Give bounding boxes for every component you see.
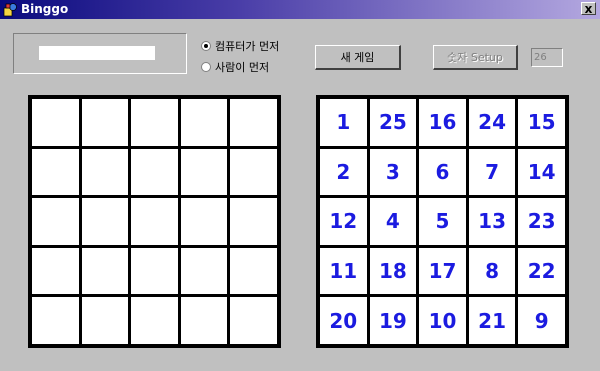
board-cell[interactable]: 22	[518, 247, 565, 295]
board-cell[interactable]	[180, 247, 228, 295]
board-cell[interactable]: 15	[518, 99, 565, 146]
board-cell[interactable]: 23	[518, 198, 565, 245]
new-game-button[interactable]: 새 게임	[315, 45, 401, 70]
board-cell[interactable]	[131, 148, 178, 196]
board-cell[interactable]	[32, 148, 79, 196]
board-cell[interactable]: 21	[468, 297, 516, 344]
board-cell[interactable]: 5	[419, 198, 466, 245]
board-cell[interactable]	[230, 198, 277, 245]
board-cell[interactable]	[81, 99, 129, 146]
board-cell[interactable]: 18	[369, 247, 417, 295]
board-cell[interactable]: 10	[419, 297, 466, 344]
board-cell[interactable]: 25	[369, 99, 417, 146]
radio-unchecked-icon	[201, 62, 211, 72]
board-cell[interactable]: 9	[518, 297, 565, 344]
player-board: 1 25 16 24 15 2 3 6 7 14 12 4 5 13 23 11…	[316, 95, 569, 348]
number-setup-button[interactable]: 숫자 Setup	[433, 45, 518, 70]
window-title: Binggo	[21, 2, 69, 16]
board-cell[interactable]	[180, 99, 228, 146]
board-cell[interactable]	[131, 198, 178, 245]
board-cell[interactable]: 19	[369, 297, 417, 344]
close-button[interactable]: x	[581, 2, 596, 15]
board-cell[interactable]	[81, 198, 129, 245]
setup-count-field[interactable]: 26	[531, 48, 563, 67]
board-cell[interactable]: 6	[419, 148, 466, 196]
app-icon	[3, 3, 17, 17]
radio-computer-first-label: 컴퓨터가 먼저	[215, 40, 280, 53]
board-cell[interactable]	[81, 247, 129, 295]
radio-computer-first[interactable]: 컴퓨터가 먼저	[201, 38, 279, 54]
board-cell[interactable]	[81, 297, 129, 344]
board-cell[interactable]	[32, 198, 79, 245]
board-cell[interactable]: 12	[320, 198, 367, 245]
board-cell[interactable]	[32, 297, 79, 344]
board-cell[interactable]: 13	[468, 198, 516, 245]
board-cell[interactable]	[180, 198, 228, 245]
board-cell[interactable]	[131, 297, 178, 344]
board-cell[interactable]	[32, 99, 79, 146]
board-cell[interactable]: 20	[320, 297, 367, 344]
status-field	[39, 46, 155, 60]
board-cell[interactable]: 8	[468, 247, 516, 295]
board-cell[interactable]: 11	[320, 247, 367, 295]
board-cell[interactable]	[32, 247, 79, 295]
board-cell[interactable]	[180, 297, 228, 344]
radio-checked-icon	[201, 41, 211, 51]
radio-person-first[interactable]: 사람이 먼저	[201, 59, 269, 75]
board-cell[interactable]: 7	[468, 148, 516, 196]
board-cell[interactable]	[131, 99, 178, 146]
status-panel	[13, 33, 187, 74]
board-cell[interactable]	[81, 148, 129, 196]
board-cell[interactable]: 1	[320, 99, 367, 146]
close-icon: x	[584, 2, 593, 16]
board-cell[interactable]	[230, 99, 277, 146]
computer-board	[28, 95, 281, 348]
board-cell[interactable]: 3	[369, 148, 417, 196]
radio-person-first-label: 사람이 먼저	[215, 61, 270, 74]
board-cell[interactable]: 17	[419, 247, 466, 295]
board-cell[interactable]	[230, 247, 277, 295]
board-cell[interactable]: 24	[468, 99, 516, 146]
board-cell[interactable]	[180, 148, 228, 196]
board-cell[interactable]: 4	[369, 198, 417, 245]
board-cell[interactable]	[230, 148, 277, 196]
board-cell[interactable]: 16	[419, 99, 466, 146]
title-bar[interactable]: Binggo x	[0, 0, 600, 19]
board-cell[interactable]: 14	[518, 148, 565, 196]
board-cell[interactable]	[230, 297, 277, 344]
board-cell[interactable]: 2	[320, 148, 367, 196]
board-cell[interactable]	[131, 247, 178, 295]
